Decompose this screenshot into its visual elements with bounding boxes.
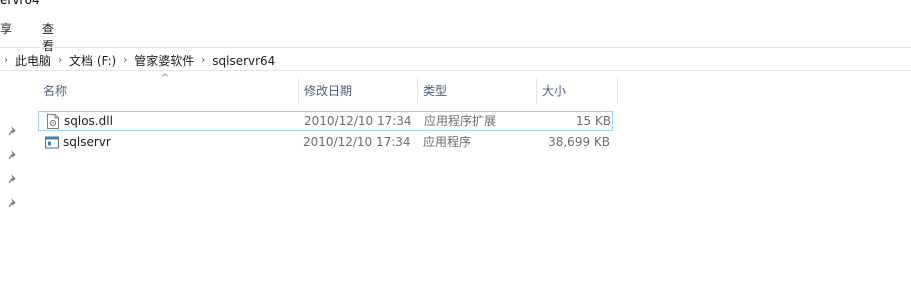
column-header-type[interactable]: 类型 [418,78,536,104]
chevron-right-icon[interactable]: › [0,55,12,66]
breadcrumb: › 此电脑 › 文档 (F:) › 管家婆软件 › sqlservr64 [0,52,278,69]
file-row-sqlservr[interactable]: sqlservr 2010/12/10 17:34 应用程序 38,699 KB [38,133,613,153]
tab-share[interactable]: 享 [0,20,12,37]
column-header-date[interactable]: 修改日期 [299,78,417,104]
window-title: ervr64 [0,0,40,7]
file-type: 应用程序扩展 [424,114,497,128]
column-header-row: 名称 修改日期 类型 大小 [0,78,911,104]
breadcrumb-this-pc[interactable]: 此电脑 [12,52,54,69]
chevron-right-icon[interactable]: › [197,55,209,66]
file-name: sqlos.dll [64,114,113,128]
dll-file-icon [47,114,59,129]
chevron-right-icon[interactable]: › [54,55,66,66]
file-date: 2010/12/10 17:34 [304,114,412,128]
pin-icon[interactable] [8,197,19,208]
pin-icon[interactable] [8,149,19,160]
breadcrumb-software-folder[interactable]: 管家婆软件 [131,52,197,69]
file-name: sqlservr [63,135,111,149]
column-divider[interactable] [617,78,618,104]
file-row-sqlos[interactable]: sqlos.dll 2010/12/10 17:34 应用程序扩展 15 KB [38,111,613,131]
exe-file-icon [45,136,59,149]
file-type: 应用程序 [423,135,472,149]
chevron-right-icon[interactable]: › [119,55,131,66]
column-header-size[interactable]: 大小 [537,78,617,104]
column-header-name[interactable]: 名称 [38,78,298,104]
breadcrumb-drive-f[interactable]: 文档 (F:) [66,52,119,69]
file-size: 15 KB [575,114,611,128]
file-size: 38,699 KB [548,135,610,149]
pin-icon[interactable] [8,125,19,136]
address-bar[interactable]: › 此电脑 › 文档 (F:) › 管家婆软件 › sqlservr64 [0,47,911,71]
pin-icon[interactable] [8,173,19,184]
breadcrumb-current-folder[interactable]: sqlservr64 [209,54,278,68]
file-date: 2010/12/10 17:34 [303,135,411,149]
